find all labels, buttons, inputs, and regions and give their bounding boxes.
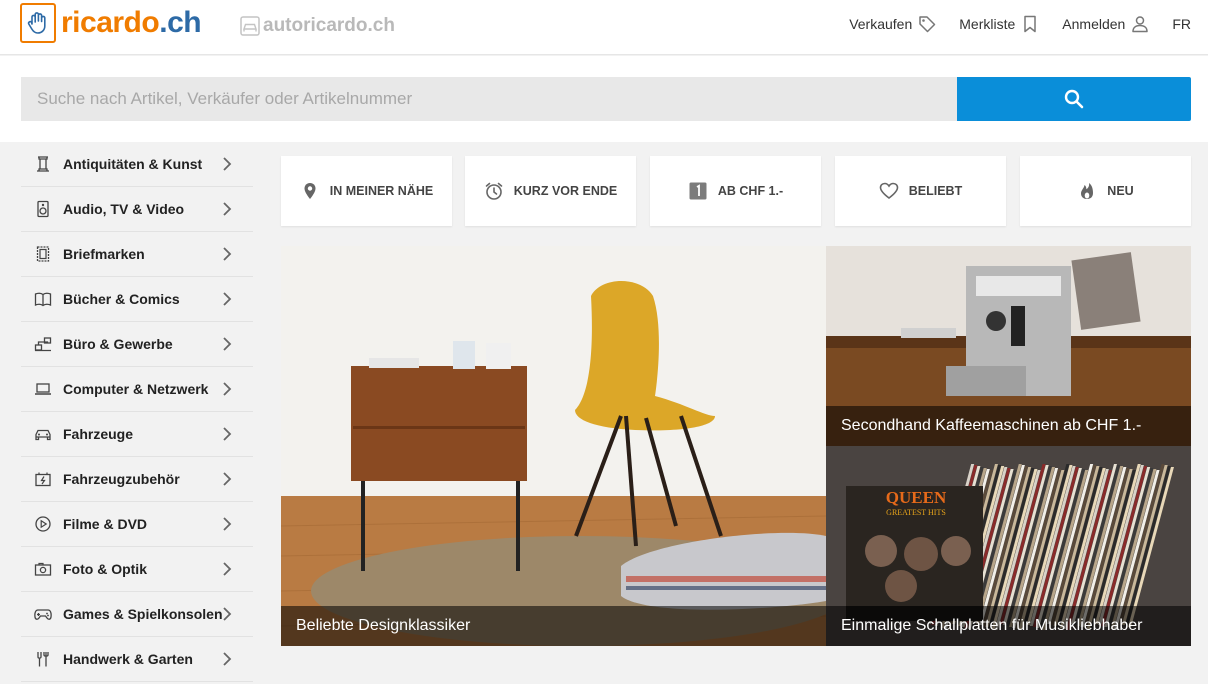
speaker-icon	[33, 199, 53, 219]
quick-filter-label: IN MEINER NÄHE	[329, 184, 434, 198]
chevron-right-icon	[223, 652, 232, 666]
quick-filter-label: BELIEBT	[908, 184, 963, 198]
chevron-right-icon	[223, 607, 232, 621]
album-subtitle: GREATEST HITS	[886, 508, 946, 517]
category-label: Fahrzeugzubehör	[63, 471, 180, 487]
autoricardo-label: autoricardo.ch	[263, 15, 395, 36]
stamp-icon	[33, 244, 53, 264]
promo-records[interactable]: QUEEN GREATEST HITS Einmalige Schallplat…	[826, 446, 1191, 646]
car-icon	[33, 424, 53, 444]
category-sidebar: Antiquitäten & Kunst Audio, TV & Video Bri…	[21, 142, 253, 682]
chevron-right-icon	[223, 202, 232, 216]
category-item[interactable]: Briefmarken	[21, 232, 253, 277]
category-item[interactable]: Büro & Gewerbe	[21, 322, 253, 367]
chevron-right-icon	[223, 292, 232, 306]
promo-design-classics[interactable]: Beliebte Designklassiker	[281, 246, 826, 646]
chevron-right-icon	[223, 472, 232, 486]
quick-filter-label: AB CHF 1.-	[717, 184, 784, 198]
language-label: FR	[1172, 16, 1191, 32]
heart-icon	[879, 182, 899, 200]
top-header: ricardo.ch autoricardo.ch Verkaufen Merk…	[0, 0, 1208, 55]
search-button[interactable]	[957, 77, 1191, 121]
category-label: Bücher & Comics	[63, 291, 180, 307]
car-logo-icon	[240, 16, 260, 36]
chevron-right-icon	[223, 382, 232, 396]
login-link[interactable]: Anmelden	[1062, 14, 1150, 34]
category-item[interactable]: Fahrzeuge	[21, 412, 253, 457]
chevron-right-icon	[223, 517, 232, 531]
ricardo-logo[interactable]: ricardo.ch	[20, 3, 202, 43]
album-title: QUEEN	[885, 488, 947, 507]
gamepad-icon	[33, 604, 53, 624]
search-input[interactable]	[21, 77, 957, 121]
promo-caption: Beliebte Designklassiker	[281, 606, 826, 646]
category-item[interactable]: Antiquitäten & Kunst	[21, 142, 253, 187]
quick-filter-tile[interactable]: BELIEBT	[835, 156, 1006, 226]
alarm-clock-icon	[485, 182, 503, 200]
quick-filter-label: NEU	[1107, 184, 1134, 198]
category-item[interactable]: Bücher & Comics	[21, 277, 253, 322]
chevron-right-icon	[223, 157, 232, 171]
column-icon	[33, 154, 53, 174]
tools-icon	[33, 649, 53, 669]
design-chair-image	[281, 246, 826, 646]
quick-filter-label: KURZ VOR ENDE	[513, 184, 618, 198]
category-item[interactable]: Games & Spielkonsolen	[21, 592, 253, 637]
category-item[interactable]: Foto & Optik	[21, 547, 253, 592]
category-item[interactable]: Handwerk & Garten	[21, 637, 253, 682]
quick-filter-tile[interactable]: NEU	[1020, 156, 1191, 226]
hand-logo-icon	[20, 3, 56, 43]
play-icon	[33, 514, 53, 534]
chevron-right-icon	[223, 247, 232, 261]
login-label: Anmelden	[1062, 16, 1126, 32]
category-label: Computer & Netzwerk	[63, 381, 209, 397]
sell-link[interactable]: Verkaufen	[849, 14, 937, 34]
flame-icon	[1081, 183, 1094, 199]
camera-icon	[33, 559, 53, 579]
quick-filter-tile[interactable]: IN MEINER NÄHE	[281, 156, 452, 226]
category-item[interactable]: Audio, TV & Video	[21, 187, 253, 232]
quick-filter-tile[interactable]: KURZ VOR ENDE	[465, 156, 636, 226]
search-icon	[1064, 89, 1084, 109]
bookmark-icon	[1024, 15, 1037, 33]
promo-coffee-machines[interactable]: Secondhand Kaffeemaschinen ab CHF 1.-	[826, 246, 1191, 446]
chevron-right-icon	[223, 427, 232, 441]
promo-caption: Secondhand Kaffeemaschinen ab CHF 1.-	[826, 406, 1191, 446]
autoricardo-link[interactable]: autoricardo.ch	[240, 15, 395, 37]
office-icon	[33, 334, 53, 354]
category-item[interactable]: Filme & DVD	[21, 502, 253, 547]
battery-icon	[33, 469, 53, 489]
category-label: Handwerk & Garten	[63, 651, 193, 667]
category-label: Fahrzeuge	[63, 426, 134, 442]
chevron-right-icon	[223, 337, 232, 351]
category-label: Foto & Optik	[63, 561, 147, 577]
category-label: Briefmarken	[63, 246, 145, 262]
category-label: Antiquitäten & Kunst	[63, 156, 203, 172]
top-nav: Verkaufen Merkliste Anmelden FR	[827, 14, 1191, 34]
category-label: Games & Spielkonsolen	[63, 606, 223, 622]
tag-icon	[919, 16, 936, 33]
watchlist-label: Merkliste	[959, 16, 1016, 32]
chevron-right-icon	[223, 562, 232, 576]
promo-caption: Einmalige Schallplatten für Musikliebhab…	[826, 606, 1191, 646]
category-label: Audio, TV & Video	[63, 201, 185, 217]
book-icon	[33, 289, 53, 309]
category-label: Filme & DVD	[63, 516, 148, 532]
category-item[interactable]: Fahrzeugzubehör	[21, 457, 253, 502]
one-franc-icon	[689, 182, 707, 200]
category-label: Büro & Gewerbe	[63, 336, 173, 352]
laptop-icon	[33, 379, 53, 399]
language-switch[interactable]: FR	[1172, 16, 1191, 32]
user-icon	[1132, 16, 1149, 33]
quick-filter-tile[interactable]: AB CHF 1.-	[650, 156, 821, 226]
location-pin-icon	[304, 183, 316, 199]
category-item[interactable]: Computer & Netzwerk	[21, 367, 253, 412]
sell-label: Verkaufen	[849, 16, 913, 32]
watchlist-link[interactable]: Merkliste	[959, 14, 1040, 34]
logo-wordmark: ricardo.ch	[61, 6, 202, 39]
